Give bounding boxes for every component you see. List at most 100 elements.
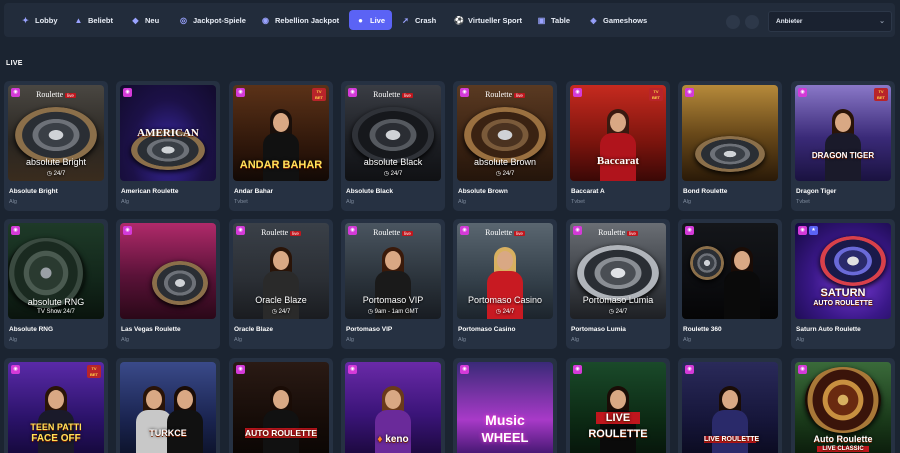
game-name: Portomaso Lumia [571, 326, 626, 333]
game-thumbnail: TURKCE [120, 362, 216, 453]
provider-select-label: Anbieter [776, 18, 803, 25]
game-thumbnail: Auto Roulette LIVE CLASSIC ◉ [795, 362, 891, 453]
game-card[interactable]: ◉ Bond Roulette Alg [678, 81, 782, 211]
thumb-title: absolute Brown [473, 157, 537, 167]
game-card[interactable]: LIVE ROULETTE ◉ [566, 358, 670, 453]
game-card[interactable]: Baccarat ◉ TV BET Baccarat A Tvbet [566, 81, 670, 211]
thumb-banner: TEEN PATTI [30, 422, 82, 432]
nav-label: Crash [415, 15, 437, 25]
game-card[interactable]: AUTO ROULETTE ◉ [229, 358, 333, 453]
nav-item-crash[interactable]: ➚ Crash [394, 10, 443, 30]
nav-item-neu[interactable]: ◆ Neu [124, 10, 166, 30]
game-card[interactable]: ◉ Las Vegas Roulette Alg [116, 219, 220, 349]
game-provider: Alg [121, 199, 129, 205]
game-name: Andar Bahar [234, 188, 274, 195]
game-provider: Alg [9, 199, 17, 205]
game-name: Absolute Bright [9, 188, 58, 195]
section-title: LIVE [6, 60, 23, 67]
thumb-brand: Roulette live [485, 90, 525, 99]
chip-icon: ◎ [180, 15, 187, 25]
live-badge-icon: ◉ [11, 226, 20, 235]
thumb-title: absolute RNG [27, 297, 85, 307]
game-thumbnail: Roulette live Portomaso Casino ◷ 24/7 ◉ [457, 223, 553, 319]
live-badge-icon: ◉ [123, 226, 132, 235]
game-card[interactable]: LIVE ROULETTE ◉ [678, 358, 782, 453]
game-card[interactable]: TURKCE [116, 358, 220, 453]
live-badge-icon: ◉ [685, 226, 694, 235]
live-badge-icon: ◉ [11, 88, 20, 97]
thumb-banner: LIVE ROULETTE [704, 436, 760, 443]
game-provider: Alg [121, 337, 129, 343]
game-thumbnail: Roulette live Portomaso VIP ◷ 9am - 1am G… [345, 223, 441, 319]
game-thumbnail: AUTO ROULETTE ◉ [233, 362, 329, 453]
live-badge-icon: ◉ [236, 88, 245, 97]
live-badge-icon: ◉ [573, 226, 582, 235]
game-name: Bond Roulette [683, 188, 728, 195]
game-thumbnail: SATURN AUTO ROULETTE ◉ ★ [795, 223, 891, 319]
thumb-banner: AUTO ROULETTE [245, 428, 318, 438]
game-card[interactable]: Roulette live Portomaso Lumia ◷ 24/7 ◉ Po… [566, 219, 670, 349]
live-badge-icon: ◉ [348, 226, 357, 235]
game-thumbnail: ANDAR BAHAR ◉ TV BET [233, 85, 329, 181]
game-card[interactable]: SATURN AUTO ROULETTE ◉ ★ Saturn Auto Rou… [791, 219, 895, 349]
game-card[interactable]: Music WHEEL ◉ [453, 358, 557, 453]
thumb-subtitle: TV Show 24/7 [37, 309, 75, 315]
scroll-left-button[interactable] [726, 15, 740, 29]
thumb-title: Portomaso Casino [467, 295, 543, 305]
game-provider: Alg [796, 337, 804, 343]
game-thumbnail: ♦ keno ◉ [345, 362, 441, 453]
live-badge-icon: ◉ [348, 88, 357, 97]
game-card[interactable]: DRAGON TIGER ◉ TV BET Dragon Tiger Tvbet [791, 81, 895, 211]
live-badge-icon: ◉ [11, 365, 20, 374]
nav-item-rebellion-jackpot[interactable]: ◉ Rebellion Jackpot [254, 10, 346, 30]
thumb-brand: Roulette live [598, 228, 638, 237]
thumb-subtitle: ◷ 9am - 1am GMT [367, 309, 419, 315]
thumb-banner: Auto Roulette [813, 434, 873, 444]
nav-item-beliebt[interactable]: ▲ Beliebt [67, 10, 120, 30]
thumb-banner: SATURN [820, 287, 866, 299]
game-card[interactable]: Roulette live Portomaso Casino ◷ 24/7 ◉ P… [453, 219, 557, 349]
game-card[interactable]: Roulette live Portomaso VIP ◷ 9am - 1am G… [341, 219, 445, 349]
nav-label: Virtueller Sport [468, 15, 523, 25]
live-badge-icon: ◉ [460, 365, 469, 374]
game-thumbnail: Roulette live absolute Bright ◷ 24/7 ◉ [8, 85, 104, 181]
ball-icon: ⚽ [454, 15, 464, 25]
nav-item-lobby[interactable]: ✦ Lobby [14, 10, 65, 30]
thumb-title: Portomaso VIP [362, 295, 424, 305]
chevron-down-icon: ⌄ [879, 18, 885, 25]
game-name: Absolute Black [346, 188, 393, 195]
nav-item-table[interactable]: ▣ Table [530, 10, 577, 30]
nav-item-jackpot-spiele[interactable]: ◎ Jackpot-Spiele [172, 10, 253, 30]
game-provider: Alg [683, 337, 691, 343]
game-card[interactable]: Roulette live absolute Black ◷ 24/7 ◉ Abs… [341, 81, 445, 211]
live-badge-icon: ◉ [685, 88, 694, 97]
game-card[interactable]: Auto Roulette LIVE CLASSIC ◉ [791, 358, 895, 453]
thumb-title: absolute Bright [25, 157, 87, 167]
game-card[interactable]: absolute RNG TV Show 24/7 ◉ Absolute RNG… [4, 219, 108, 349]
scroll-right-button[interactable] [745, 15, 759, 29]
nav-label: Lobby [35, 15, 58, 25]
nav-item-virtueller-sport[interactable]: ⚽ Virtueller Sport [447, 10, 529, 30]
game-thumbnail: Baccarat ◉ TV BET [570, 85, 666, 181]
nav-item-live[interactable]: ● Live [349, 10, 393, 30]
game-card[interactable]: ANDAR BAHAR ◉ TV BET Andar Bahar Tvbet [229, 81, 333, 211]
game-card[interactable]: Roulette live Oracle Blaze ◷ 24/7 ◉ Oracl… [229, 219, 333, 349]
game-card[interactable]: Roulette live absolute Brown ◷ 24/7 ◉ Abs… [453, 81, 557, 211]
clock-icon: ◷ [271, 309, 279, 315]
live-badge-icon: ◉ [236, 365, 245, 374]
thumb-banner-secondary: LIVE CLASSIC [817, 446, 869, 452]
clock-icon: ◷ [367, 309, 375, 315]
game-card[interactable]: TEEN PATTI FACE OFF ◉ TV BET [4, 358, 108, 453]
rocket-crash-icon: ➚ [402, 15, 409, 25]
game-card[interactable]: AMERICAN ◉ American Roulette Alg [116, 81, 220, 211]
game-thumbnail: ◉ [120, 223, 216, 319]
game-provider: Alg [458, 199, 466, 205]
game-card[interactable]: ◉ Roulette 360 Alg [678, 219, 782, 349]
clock-icon: ◷ [383, 171, 391, 177]
game-card[interactable]: ♦ keno ◉ [341, 358, 445, 453]
game-card[interactable]: Roulette live absolute Bright ◷ 24/7 ◉ Ab… [4, 81, 108, 211]
nav-item-gameshows[interactable]: ◈ Gameshows [582, 10, 654, 30]
provider-select[interactable]: Anbieter ⌄ [768, 11, 892, 32]
nav-label: Beliebt [88, 15, 114, 25]
game-thumbnail: LIVE ROULETTE ◉ [570, 362, 666, 453]
